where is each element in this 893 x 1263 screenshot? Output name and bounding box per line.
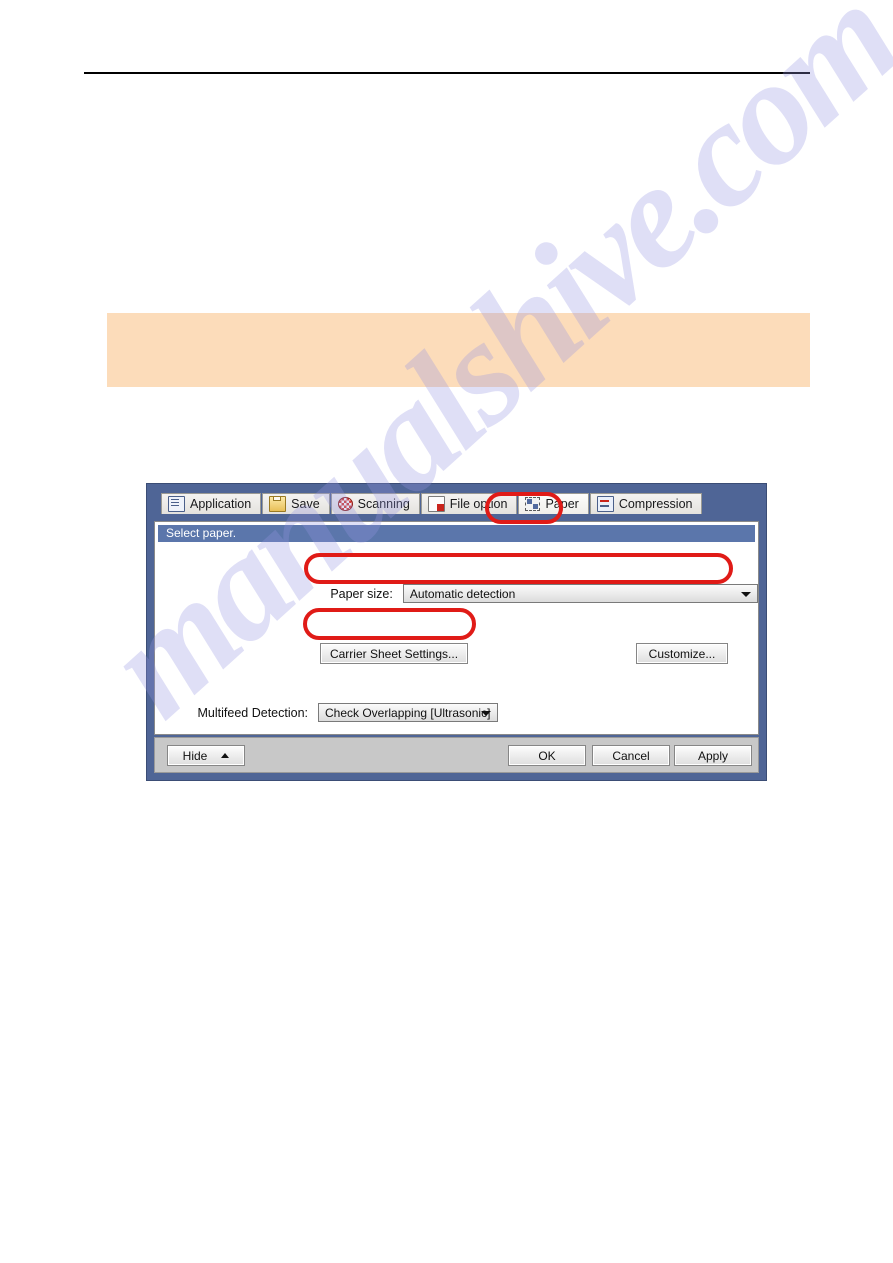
tab-label: Save — [291, 497, 320, 511]
callout-text — [107, 313, 810, 333]
paper-size-value: Automatic detection — [409, 586, 516, 601]
tab-label: File option — [449, 497, 508, 511]
tab-label: Compression — [618, 497, 693, 511]
tab-scanning[interactable]: Scanning — [330, 493, 420, 514]
tab-file-option[interactable]: File option — [420, 493, 518, 514]
section-header-select-paper: Select paper. — [158, 525, 755, 542]
tab-label: Scanning — [357, 497, 410, 511]
multifeed-detection-dropdown[interactable]: Check Overlapping [Ultrasonic] — [318, 703, 498, 722]
paper-size-dropdown[interactable]: Automatic detection — [402, 584, 758, 603]
tab-label: Paper — [545, 497, 579, 511]
paper-crop-icon — [525, 497, 541, 511]
dialog-footer: Hide OK Cancel Apply — [154, 737, 759, 773]
tab-paper[interactable]: Paper — [518, 493, 589, 514]
tab-application[interactable]: Application — [161, 493, 262, 514]
page-header-rule — [84, 72, 810, 74]
multifeed-detection-row: Multifeed Detection: Check Overlapping [… — [155, 703, 758, 722]
compression-icon — [596, 496, 614, 512]
apply-button[interactable]: Apply — [674, 745, 752, 766]
carrier-sheet-settings-button[interactable]: Carrier Sheet Settings... — [320, 643, 468, 664]
scanning-checker-icon — [337, 497, 353, 511]
chevron-down-icon — [741, 591, 751, 597]
chevron-down-icon — [481, 710, 491, 716]
hide-button[interactable]: Hide — [167, 745, 245, 766]
paper-size-label: Paper size: — [330, 586, 393, 601]
customize-button[interactable]: Customize... — [636, 643, 728, 664]
paper-size-row: Paper size: Automatic detection — [155, 584, 758, 603]
callout-box — [107, 313, 810, 387]
file-option-icon — [427, 496, 445, 512]
hide-button-label: Hide — [182, 748, 208, 763]
tab-compression[interactable]: Compression — [589, 493, 703, 514]
ok-button[interactable]: OK — [508, 745, 586, 766]
dialog-body: Select paper. Paper size: Automatic dete… — [154, 521, 759, 735]
tab-label: Application — [190, 497, 252, 511]
application-window-icon — [168, 496, 185, 512]
save-folder-icon — [269, 496, 287, 512]
scanner-settings-dialog: Application Save Scanning File option Pa… — [146, 483, 767, 781]
chevron-up-icon — [221, 753, 230, 758]
tab-save[interactable]: Save — [262, 493, 330, 514]
multifeed-detection-value: Check Overlapping [Ultrasonic] — [325, 705, 491, 720]
cancel-button[interactable]: Cancel — [592, 745, 670, 766]
multifeed-detection-label: Multifeed Detection: — [197, 705, 308, 720]
dialog-tab-strip: Application Save Scanning File option Pa… — [147, 484, 766, 514]
